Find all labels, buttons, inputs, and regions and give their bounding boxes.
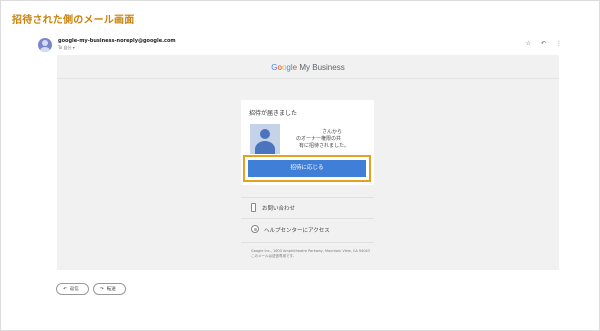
sender-email[interactable]: google-my-business-noreply@google.com (58, 38, 176, 44)
product-name: My Business (299, 63, 345, 72)
divider (241, 197, 374, 198)
invite-title: 招待が届きました (249, 110, 298, 117)
header-actions: ☆ ↶ ⋮ (526, 40, 562, 47)
invite-text-line2: のオーナー権限の共 (296, 136, 342, 142)
invite-text-line3: 有に招待されました。 (299, 143, 350, 149)
reply-arrow-icon: ↶ (63, 286, 67, 292)
accept-button-highlight: 招待に応じる (243, 155, 371, 182)
footer-address: Google Inc., 1600 Amphitheatre Parkway, … (251, 249, 370, 253)
email-header: google-my-business-noreply@google.com To… (38, 38, 562, 54)
reply-button[interactable]: ↶ 返信 (56, 283, 89, 295)
sender-avatar[interactable] (38, 38, 52, 52)
accept-invite-button[interactable]: 招待に応じる (248, 160, 366, 177)
divider (241, 242, 374, 243)
help-label[interactable]: ヘルプセンターにアクセス (264, 226, 330, 234)
page-heading: 招待された側のメール画面 (12, 15, 135, 26)
reply-label: 返信 (69, 287, 79, 292)
phone-icon (251, 203, 256, 212)
forward-label: 転送 (106, 287, 116, 292)
more-icon[interactable]: ⋮ (556, 40, 562, 47)
user-avatar-icon (250, 124, 280, 154)
email-body: Google My Business 招待が届きました さんから のオーナー権限… (57, 55, 559, 270)
invite-text-line1: さんから (322, 129, 343, 135)
contact-label[interactable]: お問い合わせ (262, 204, 295, 212)
brand-bar: Google My Business (57, 55, 559, 79)
help-icon (251, 225, 259, 233)
forward-arrow-icon: ↷ (100, 286, 104, 292)
recipient-line[interactable]: To 自分 ▾ (58, 45, 75, 51)
forward-button[interactable]: ↷ 転送 (93, 283, 126, 295)
reply-icon[interactable]: ↶ (541, 40, 546, 47)
footer-note: このメールは送信専用です。 (251, 254, 297, 258)
divider (241, 218, 374, 219)
invite-card: 招待が届きました さんから のオーナー権限の共 有に招待されました。 招待に応じ… (241, 100, 374, 185)
star-icon[interactable]: ☆ (526, 40, 531, 47)
google-my-business-logo: Google My Business (271, 63, 345, 72)
